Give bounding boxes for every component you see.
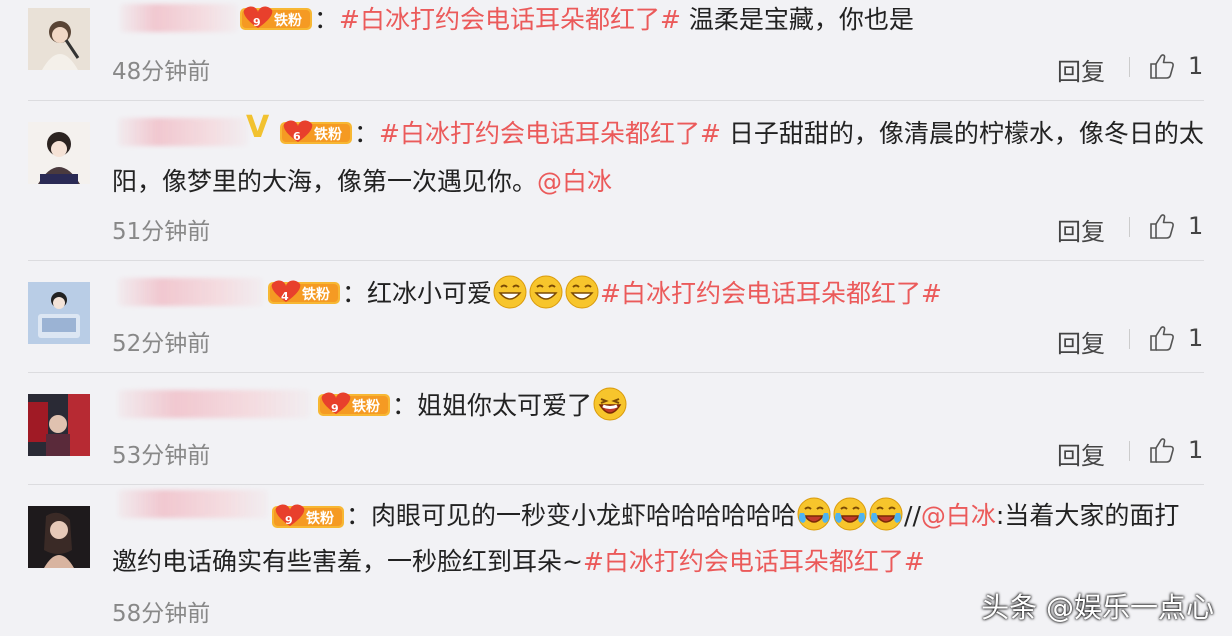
hashtag-link[interactable]: #白冰打约会电话耳朵都红了# — [339, 5, 681, 34]
svg-text:铁粉: 铁粉 — [352, 398, 380, 415]
svg-text:铁粉: 铁粉 — [314, 126, 342, 143]
like-count: 1 — [1188, 52, 1204, 80]
grin-emoji-icon — [493, 275, 528, 309]
timestamp: 53分钟前 — [112, 443, 211, 469]
svg-text:9: 9 — [331, 402, 339, 415]
divider — [1129, 329, 1130, 349]
avatar[interactable] — [28, 122, 90, 184]
hashtag-link[interactable]: #白冰打约会电话耳朵都红了# — [379, 119, 721, 148]
reply-button[interactable]: 回复 — [1057, 212, 1105, 247]
username-blurred[interactable] — [118, 118, 248, 146]
mention-link[interactable]: @白冰 — [921, 501, 996, 530]
reply-button[interactable]: 回复 — [1057, 52, 1105, 87]
username-blurred[interactable] — [118, 390, 310, 418]
avatar[interactable] — [28, 394, 90, 456]
fan-badge-icon: 9 铁粉 — [318, 392, 390, 416]
grin-emoji-icon — [565, 275, 600, 309]
divider — [28, 372, 1204, 373]
comment-text: ：红冰小可爱 #白冰打约会电话耳朵都红了# — [342, 270, 1202, 318]
comment-text: ：肉眼可见的一秒变小龙虾哈哈哈哈哈哈//@白冰:当着大家的面打 — [346, 492, 1202, 540]
laugh-emoji-icon — [593, 387, 628, 421]
divider — [1129, 441, 1130, 461]
comment-text: ：姐姐你太可爱了 — [392, 382, 1202, 430]
verified-icon: V — [246, 110, 270, 145]
laugh-tears-emoji-icon — [869, 497, 904, 531]
hashtag-link[interactable]: #白冰打约会电话耳朵都红了# — [600, 279, 942, 308]
fan-badge-icon: 9 铁粉 — [240, 6, 312, 30]
comment-text: ：#白冰打约会电话耳朵都红了# 日子甜甜的，像清晨的柠檬水，像冬日的太 — [354, 119, 1204, 148]
watermark: 头条 @娱乐一点心 — [981, 591, 1214, 624]
reply-button[interactable]: 回复 — [1057, 436, 1105, 471]
hashtag-link[interactable]: #白冰打约会电话耳朵都红了# — [583, 547, 925, 576]
grin-emoji-icon — [529, 275, 564, 309]
laugh-tears-emoji-icon — [797, 497, 832, 531]
thumbs-up-icon[interactable] — [1148, 324, 1178, 352]
username-blurred[interactable] — [118, 278, 263, 306]
thumbs-up-icon[interactable] — [1148, 212, 1178, 240]
divider — [1129, 217, 1130, 237]
avatar[interactable] — [28, 282, 90, 344]
fan-badge-icon: 4 铁粉 — [268, 280, 340, 304]
svg-text:9: 9 — [285, 514, 293, 527]
username-blurred[interactable] — [118, 490, 268, 518]
like-count: 1 — [1188, 324, 1204, 352]
svg-text:铁粉: 铁粉 — [274, 12, 302, 29]
timestamp: 52分钟前 — [112, 331, 211, 357]
mention-link[interactable]: @白冰 — [537, 167, 612, 196]
comment-text-line2: 邀约电话确实有些害羞，一秒脸红到耳朵~#白冰打约会电话耳朵都红了# — [112, 547, 925, 576]
comment-text-line2: 阳，像梦里的大海，像第一次遇见你。@白冰 — [112, 167, 613, 196]
svg-text:6: 6 — [293, 130, 301, 143]
comment-text: ：#白冰打约会电话耳朵都红了# 温柔是宝藏，你也是 — [314, 5, 914, 34]
avatar[interactable] — [28, 506, 90, 568]
divider — [28, 100, 1204, 101]
like-count: 1 — [1188, 436, 1204, 464]
svg-text:铁粉: 铁粉 — [302, 286, 330, 303]
fan-badge-icon: 6 铁粉 — [280, 120, 352, 144]
like-count: 1 — [1188, 212, 1204, 240]
svg-text:铁粉: 铁粉 — [306, 510, 334, 527]
thumbs-up-icon[interactable] — [1148, 436, 1178, 464]
divider — [1129, 57, 1130, 77]
thumbs-up-icon[interactable] — [1148, 52, 1178, 80]
timestamp: 51分钟前 — [112, 219, 211, 245]
svg-text:4: 4 — [281, 290, 289, 303]
timestamp: 48分钟前 — [112, 59, 211, 85]
reply-button[interactable]: 回复 — [1057, 324, 1105, 359]
timestamp: 58分钟前 — [112, 601, 211, 627]
username-blurred[interactable] — [120, 4, 238, 32]
avatar[interactable] — [28, 8, 90, 70]
svg-text:9: 9 — [253, 16, 261, 29]
laugh-tears-emoji-icon — [833, 497, 868, 531]
fan-badge-icon: 9 铁粉 — [272, 504, 344, 528]
divider — [28, 484, 1204, 485]
divider — [28, 260, 1204, 261]
